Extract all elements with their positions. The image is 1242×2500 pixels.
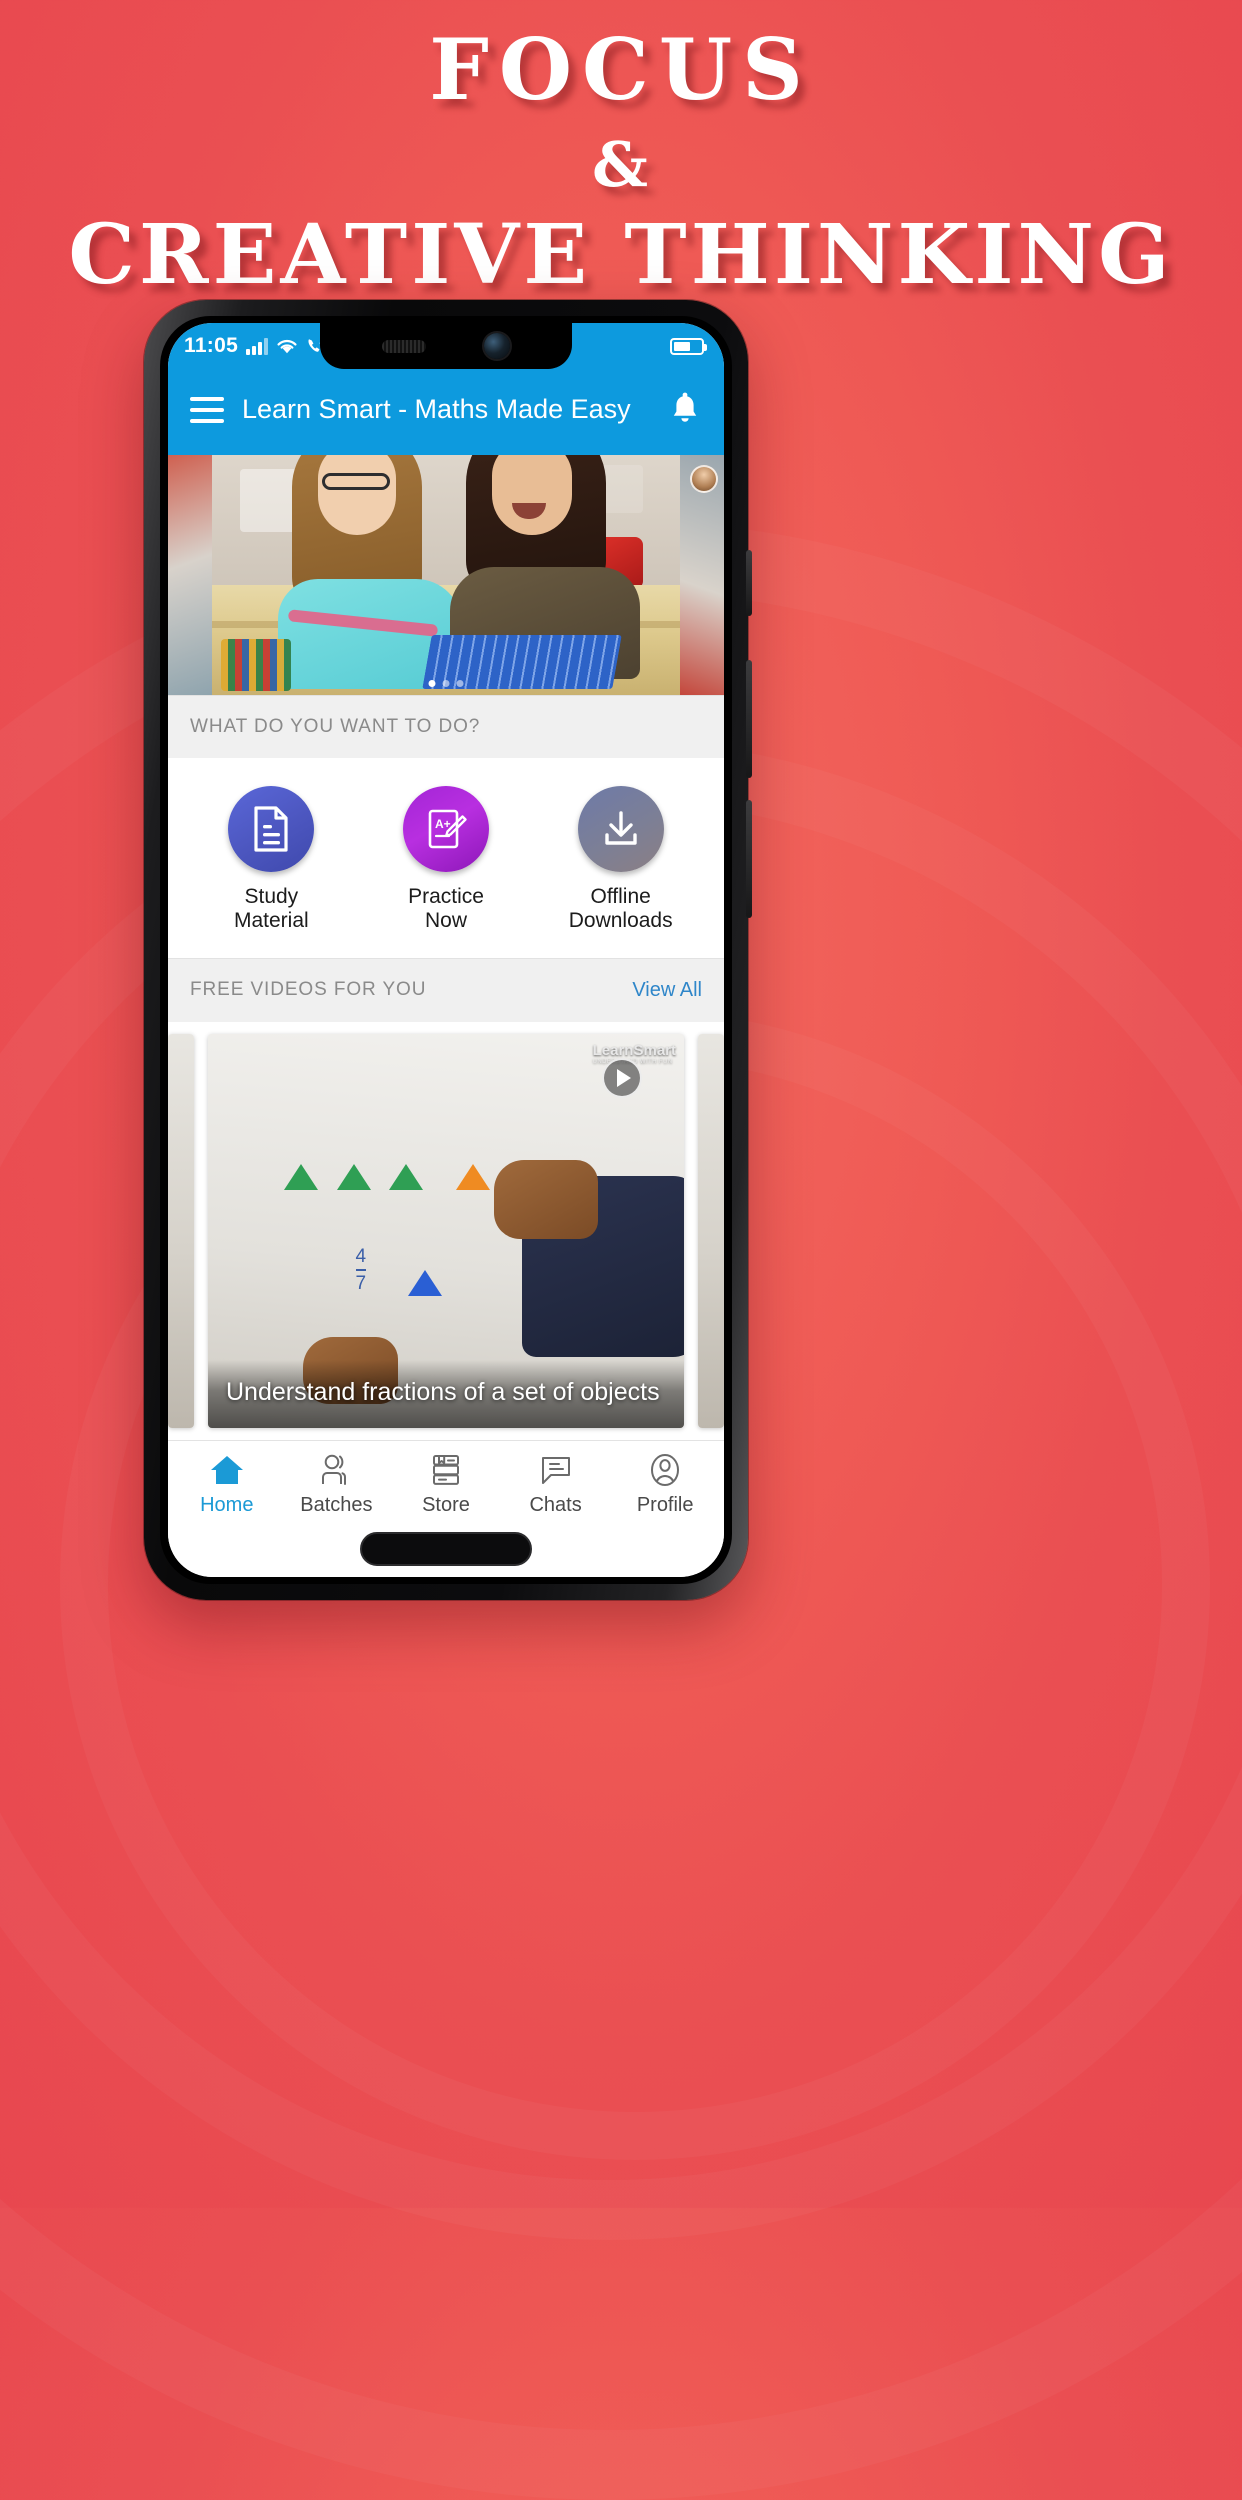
videos-section-title: FREE VIDEOS FOR YOU <box>190 979 427 1001</box>
nav-label: Profile <box>636 1494 694 1516</box>
action-label: Study Material <box>234 885 309 934</box>
person-circle-icon <box>646 1453 684 1487</box>
grade-paper-pencil-icon: A+ <box>403 786 489 872</box>
phone-mockup: 11:05 Learn Smart - Maths Made Easy WHAT… <box>144 300 752 1600</box>
promo-headline-line-1: FOCUS <box>429 20 813 119</box>
action-label-line2: Material <box>233 909 309 933</box>
hero-scene-pencils <box>221 639 292 691</box>
nav-item-batches[interactable]: Batches <box>282 1453 392 1517</box>
actions-section-title: WHAT DO YOU WANT TO DO? <box>190 716 481 737</box>
video-card-prev-peek[interactable] <box>168 1033 194 1428</box>
nav-label: Chats <box>529 1494 582 1516</box>
phone-side-button <box>746 660 752 778</box>
phone-side-button <box>746 800 752 918</box>
signal-bars-icon <box>246 337 269 355</box>
svg-text:A+: A+ <box>435 817 451 831</box>
hamburger-menu-icon[interactable] <box>190 397 224 423</box>
bell-icon[interactable] <box>668 391 702 429</box>
video-shape <box>407 1270 442 1297</box>
hero-carousel-image[interactable] <box>212 455 680 695</box>
download-icon <box>577 786 664 872</box>
earpiece-speaker-icon <box>382 339 426 353</box>
phone-notch <box>320 323 572 369</box>
play-button-icon[interactable] <box>602 1057 642 1098</box>
nav-label: Store <box>422 1494 470 1516</box>
nav-item-profile[interactable]: Profile <box>610 1453 720 1517</box>
action-offline-downloads[interactable]: Offline Downloads <box>533 786 708 934</box>
front-camera-icon <box>484 333 510 359</box>
promo-headline-line-3: CREATIVE THINKING <box>68 207 1174 303</box>
nav-item-chats[interactable]: Chats <box>501 1453 611 1517</box>
document-icon <box>228 786 315 872</box>
video-watermark-text: LearnSmart <box>592 1041 676 1059</box>
nav-label: Home <box>200 1494 254 1516</box>
home-icon <box>208 1453 246 1487</box>
action-label-line1: Practice <box>408 885 484 908</box>
battery-icon <box>670 337 707 355</box>
action-label-line2: Now <box>425 909 468 933</box>
hero-carousel[interactable] <box>168 455 724 695</box>
actions-section-header: WHAT DO YOU WANT TO DO? <box>168 695 724 758</box>
video-presenter-hand <box>493 1159 599 1239</box>
app-bar-title: Learn Smart - Maths Made Easy <box>242 394 631 425</box>
people-icon <box>317 1453 355 1487</box>
action-label: Offline Downloads <box>569 885 673 934</box>
action-label-line1: Offline <box>590 885 651 908</box>
nav-item-home[interactable]: Home <box>172 1453 282 1517</box>
status-bar-time: 11:05 <box>184 334 239 357</box>
action-label-line1: Study <box>244 885 299 908</box>
video-shape <box>455 1163 490 1190</box>
avatar[interactable] <box>690 465 718 493</box>
home-pill[interactable] <box>360 1532 532 1566</box>
video-shape <box>336 1163 371 1190</box>
books-icon <box>427 1453 465 1487</box>
hero-carousel-prev-peek[interactable] <box>168 455 212 695</box>
video-title: Understand fractions of a set of objects <box>208 1360 684 1428</box>
video-card-next-peek[interactable] <box>698 1033 724 1428</box>
chat-bubble-icon <box>537 1453 575 1487</box>
phone-side-button <box>746 550 752 616</box>
action-practice-now[interactable]: A+ Practice Now <box>359 786 534 934</box>
video-carousel[interactable]: 47 LearnSmart UNDERSTAND WITH FUN Unders… <box>168 1021 724 1440</box>
video-shape <box>284 1163 319 1190</box>
action-study-material[interactable]: Study Material <box>184 786 359 934</box>
video-fraction-annotation: 47 <box>355 1245 367 1294</box>
bottom-navigation: Home Batches Store Chats Profile <box>168 1440 724 1531</box>
phone-screen: 11:05 Learn Smart - Maths Made Easy WHAT… <box>168 323 724 1577</box>
nav-label: Batches <box>300 1494 373 1516</box>
video-shape <box>388 1163 423 1190</box>
quick-actions: Study Material A+ Practice Now Offline D… <box>168 758 724 958</box>
nav-item-store[interactable]: Store <box>391 1453 501 1517</box>
promo-headline-line-2: & <box>592 128 650 201</box>
action-label-line2: Downloads <box>568 909 673 933</box>
hero-carousel-dots[interactable] <box>428 680 464 687</box>
hero-scene-child-right <box>446 455 656 679</box>
promo-headline: FOCUS & CREATIVE THINKING <box>0 20 1242 303</box>
view-all-link[interactable]: View All <box>632 979 702 1002</box>
action-label: Practice Now <box>408 885 484 934</box>
videos-section-header: FREE VIDEOS FOR YOU View All <box>168 957 724 1022</box>
wifi-icon <box>276 338 298 355</box>
video-card[interactable]: 47 LearnSmart UNDERSTAND WITH FUN Unders… <box>208 1033 684 1428</box>
app-bar: Learn Smart - Maths Made Easy <box>168 369 724 455</box>
